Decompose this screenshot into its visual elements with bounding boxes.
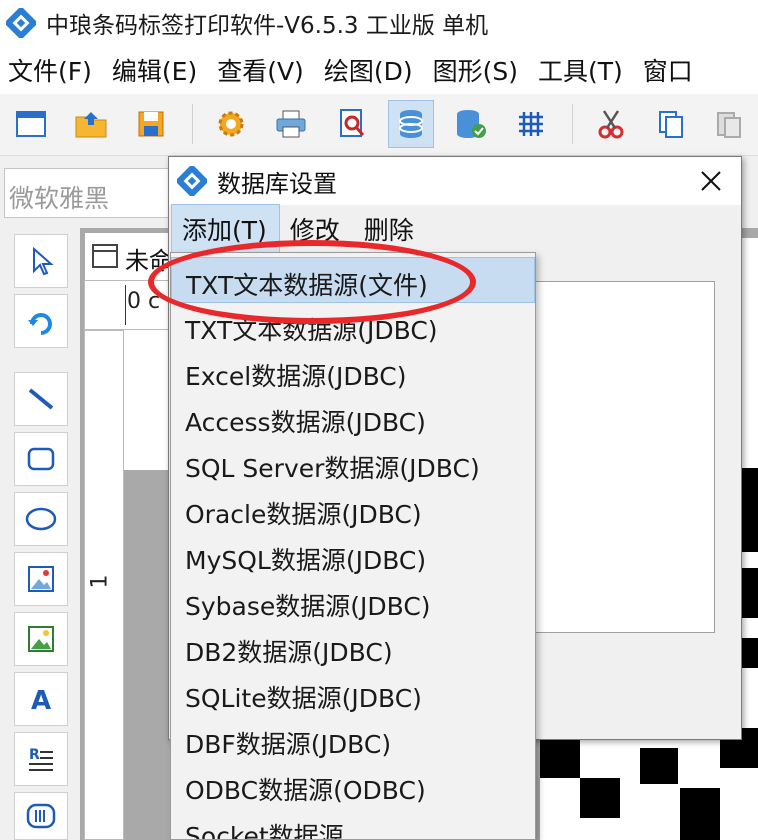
database-icon [399, 110, 423, 138]
line-tool-button[interactable] [14, 372, 68, 426]
image-icon [28, 566, 54, 592]
select-tool-button[interactable] [14, 234, 68, 288]
main-toolbar [0, 94, 758, 156]
ellipse-tool-button[interactable] [14, 492, 68, 546]
dropdown-item-mysql-jdbc[interactable]: MySQL数据源(JDBC) [171, 533, 535, 579]
dropdown-item-db2-jdbc[interactable]: DB2数据源(JDBC) [171, 625, 535, 671]
gear-icon [218, 111, 244, 137]
dialog-titlebar: 数据库设置 [169, 157, 741, 205]
horizontal-ruler: 0 c [84, 280, 174, 330]
dialog-menu-add[interactable]: 添加(T) [171, 204, 280, 254]
preview-magnifier-icon [340, 109, 365, 137]
svg-text:R: R [29, 747, 40, 763]
menu-tools[interactable]: 工具(T) [530, 52, 635, 88]
text-a-icon: A [31, 686, 51, 714]
dropdown-item-sybase-jdbc[interactable]: Sybase数据源(JDBC) [171, 579, 535, 625]
dropdown-item-txt-jdbc[interactable]: TXT文本数据源(JDBC) [171, 303, 535, 349]
dialog-close-button[interactable] [691, 163, 731, 199]
vertical-ruler: 1 [84, 330, 124, 840]
new-window-icon [16, 111, 46, 137]
grid-icon [519, 112, 543, 136]
database-check-icon [457, 110, 486, 138]
database-settings-button[interactable] [388, 100, 434, 148]
save-button[interactable] [128, 100, 174, 148]
rotate-icon [28, 313, 52, 335]
rich-text-tool-button[interactable]: R [14, 732, 68, 786]
copy-icon [659, 111, 683, 138]
menu-file[interactable]: 文件(F) [0, 52, 104, 88]
scissors-icon [598, 110, 624, 139]
main-menubar: 文件(F) 编辑(E) 查看(V) 绘图(D) 图形(S) 工具(T) 窗口 [0, 46, 758, 94]
pointer-arrow-icon [33, 246, 54, 276]
line-icon [28, 388, 54, 410]
copy-button[interactable] [648, 100, 694, 148]
text-tool-button[interactable]: A [14, 672, 68, 726]
datasource-list[interactable] [531, 281, 715, 633]
svg-text:A: A [31, 686, 51, 714]
ruler-origin-label: 0 c [127, 289, 161, 314]
dropdown-item-dbf-jdbc[interactable]: DBF数据源(JDBC) [171, 717, 535, 763]
dropdown-item-odbc[interactable]: ODBC数据源(ODBC) [171, 763, 535, 809]
picture-tool-button[interactable] [14, 612, 68, 666]
picture-icon [28, 626, 54, 652]
toolbar-separator [572, 104, 573, 144]
rounded-rectangle-icon [27, 447, 55, 471]
menu-shape[interactable]: 图形(S) [425, 52, 530, 88]
menu-edit[interactable]: 编辑(E) [104, 52, 209, 88]
save-icon [138, 111, 164, 137]
window-title: 中琅条码标签打印软件-V6.5.3 工业版 单机 [46, 13, 489, 39]
dialog-menubar: 添加(T) 修改 删除 [169, 203, 741, 255]
document-window-icon [92, 244, 118, 268]
rotate-tool-button[interactable] [14, 294, 68, 348]
image-tool-button[interactable] [14, 552, 68, 606]
dropdown-item-sqlite-jdbc[interactable]: SQLite数据源(JDBC) [171, 671, 535, 717]
dropdown-item-access-jdbc[interactable]: Access数据源(JDBC) [171, 395, 535, 441]
paste-button[interactable] [706, 100, 752, 148]
close-icon [701, 171, 721, 191]
open-folder-icon [75, 112, 107, 138]
ruler-left-label: 1 [87, 574, 113, 589]
dialog-menu-delete[interactable]: 删除 [354, 203, 428, 255]
menu-window[interactable]: 窗口 [635, 52, 705, 88]
settings-button[interactable] [208, 100, 254, 148]
barcode-tool-button[interactable] [14, 792, 68, 840]
toolbar-separator [192, 104, 193, 144]
ellipse-icon [25, 507, 57, 531]
rich-text-icon: R [29, 747, 53, 771]
dropdown-item-oracle-jdbc[interactable]: Oracle数据源(JDBC) [171, 487, 535, 533]
print-preview-button[interactable] [330, 100, 376, 148]
menu-view[interactable]: 查看(V) [209, 52, 316, 88]
dropdown-item-sqlserver-jdbc[interactable]: SQL Server数据源(JDBC) [171, 441, 535, 487]
menu-draw[interactable]: 绘图(D) [316, 52, 425, 88]
new-document-button[interactable] [8, 100, 54, 148]
cut-button[interactable] [588, 100, 634, 148]
database-connect-button[interactable] [448, 100, 494, 148]
app-logo-icon [5, 7, 37, 39]
grid-button[interactable] [508, 100, 554, 148]
paste-icon [717, 112, 741, 138]
printer-icon [276, 110, 306, 138]
open-button[interactable] [68, 100, 114, 148]
drawing-tool-palette: A R [0, 228, 80, 840]
barcode-icon [26, 803, 56, 829]
document-tab[interactable]: 未命 [84, 232, 174, 280]
dialog-title: 数据库设置 [217, 169, 337, 198]
dialog-menu-modify[interactable]: 修改 [280, 203, 354, 255]
rectangle-tool-button[interactable] [14, 432, 68, 486]
dropdown-item-excel-jdbc[interactable]: Excel数据源(JDBC) [171, 349, 535, 395]
dropdown-item-txt-file[interactable]: TXT文本数据源(文件) [171, 257, 535, 303]
add-datasource-dropdown: TXT文本数据源(文件) TXT文本数据源(JDBC) Excel数据源(JDB… [170, 252, 536, 840]
font-family-select[interactable]: 微软雅黑 [4, 168, 170, 218]
document-tab-label: 未命 [125, 247, 173, 275]
print-button[interactable] [268, 100, 314, 148]
ruler-tick [125, 285, 126, 325]
dialog-logo-icon [176, 165, 208, 197]
app-titlebar: 中琅条码标签打印软件-V6.5.3 工业版 单机 [0, 0, 758, 46]
dropdown-item-socket[interactable]: Socket数据源 [171, 809, 535, 839]
